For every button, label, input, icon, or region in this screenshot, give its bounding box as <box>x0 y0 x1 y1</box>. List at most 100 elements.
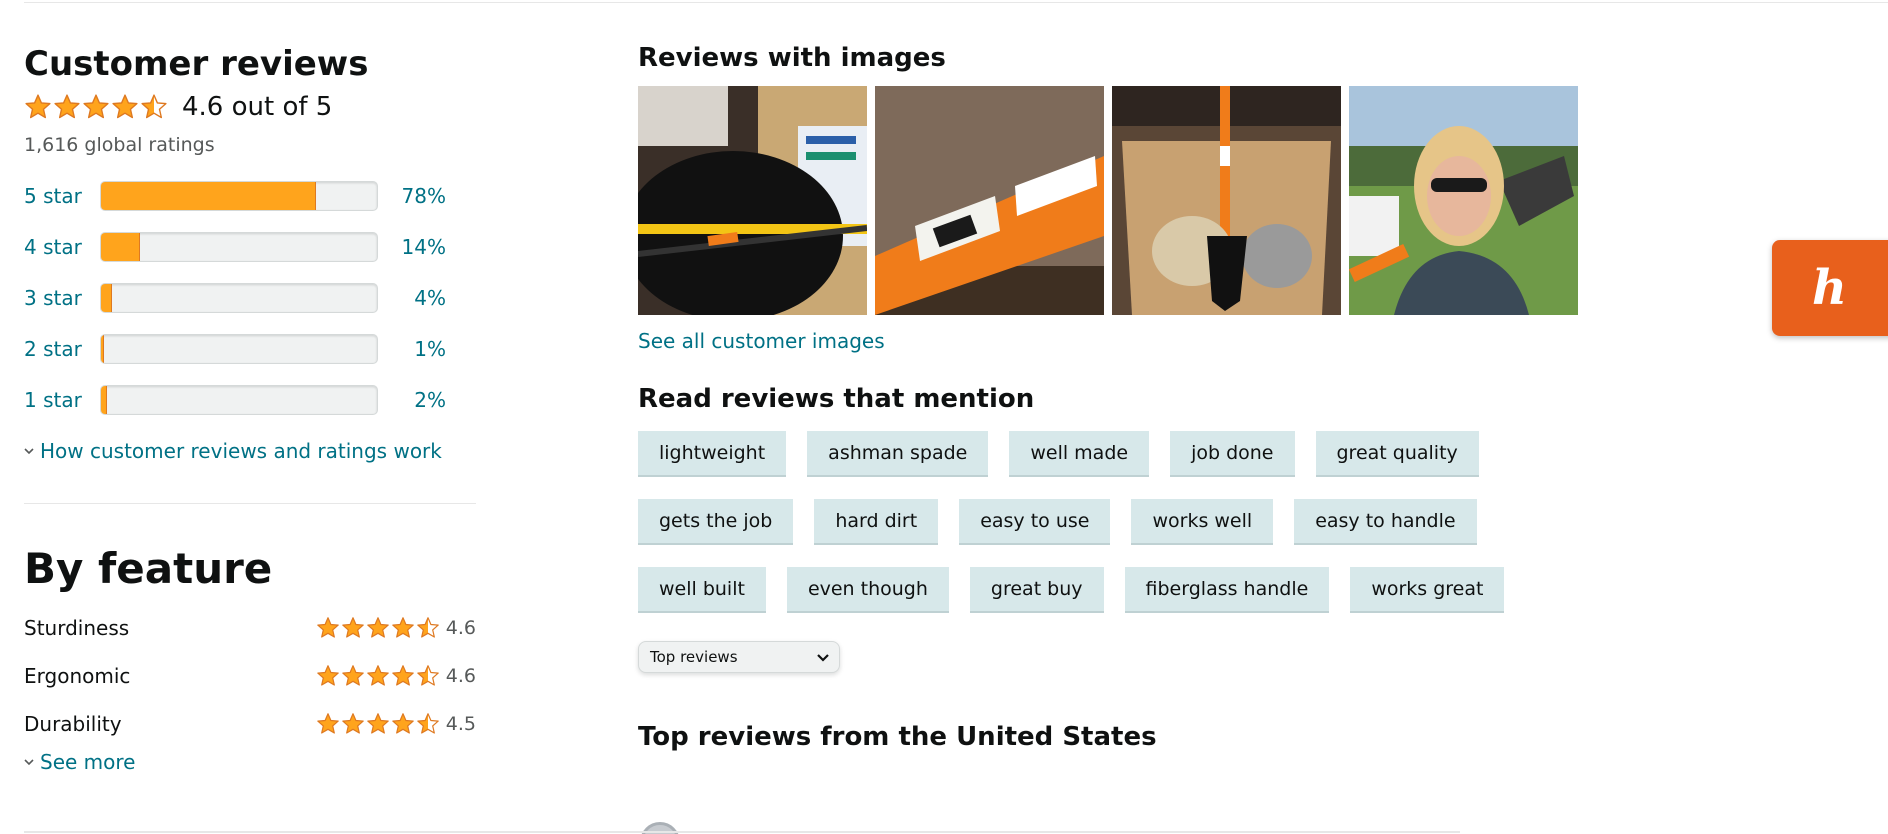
feature-rating: 4.6 <box>316 616 476 640</box>
histogram-row[interactable]: 3 star 4% <box>24 272 476 323</box>
review-image-woman-holding-shovel[interactable] <box>1349 86 1578 315</box>
histogram-star-label: 4 star <box>24 234 82 259</box>
feature-row: Durability 4.5 <box>24 700 476 748</box>
mention-chip[interactable]: easy to handle <box>1294 499 1477 545</box>
star-icon <box>25 94 51 119</box>
star-icon <box>141 94 167 119</box>
mention-chips: lightweight ashman spade well made job done… <box>638 431 1588 613</box>
mention-chip[interactable]: works well <box>1131 499 1274 545</box>
mention-chip[interactable]: great quality <box>1315 431 1479 477</box>
feature-row: Ergonomic 4.6 <box>24 652 476 700</box>
chip-row: gets the job hard dirt easy to use works we… <box>638 499 1588 545</box>
mention-chip[interactable]: ashman spade <box>807 431 989 477</box>
star-icon <box>416 665 439 686</box>
review-image-shovel-on-tape-measure[interactable] <box>638 86 867 315</box>
star-icon <box>366 713 389 734</box>
histogram-row[interactable]: 2 star 1% <box>24 323 476 374</box>
bottom-divider <box>24 831 1460 833</box>
mention-chip[interactable]: even though <box>786 567 949 613</box>
chevron-down-icon <box>24 448 34 455</box>
mention-chip[interactable]: easy to use <box>959 499 1111 545</box>
how-reviews-work-label: How customer reviews and ratings work <box>40 439 442 463</box>
mention-chip[interactable]: job done <box>1170 431 1295 477</box>
mention-chip[interactable]: well built <box>638 567 766 613</box>
histogram-bar <box>100 282 378 313</box>
star-icon <box>391 617 414 638</box>
histogram-star-label: 1 star <box>24 387 82 412</box>
mention-chip[interactable]: works great <box>1350 567 1505 613</box>
chip-row: well built even though great buy fiberglass… <box>638 567 1588 613</box>
feature-name: Durability <box>24 712 122 736</box>
sort-reviews-dropdown[interactable]: Top reviews <box>638 641 840 673</box>
ratings-summary: Customer reviews 4.6 out of 5 1,616 glob… <box>24 40 476 774</box>
mention-chip[interactable]: great buy <box>969 567 1104 613</box>
feature-value: 4.5 <box>445 713 476 735</box>
histogram-star-label: 3 star <box>24 285 82 310</box>
histogram-bar <box>100 180 378 211</box>
histogram-row[interactable]: 1 star 2% <box>24 374 476 425</box>
honey-extension-button[interactable]: h <box>1772 240 1888 336</box>
see-more-link[interactable]: See more <box>24 750 476 774</box>
histogram-bar-fill <box>101 283 113 312</box>
star-icon <box>316 665 339 686</box>
star-icon <box>366 665 389 686</box>
average-rating-text: 4.6 out of 5 <box>182 92 333 122</box>
histogram-bar-fill <box>101 232 140 261</box>
review-image-orange-handle-closeup[interactable] <box>875 86 1104 315</box>
star-icon <box>83 94 109 119</box>
star-icon <box>316 617 339 638</box>
star-rating-icon <box>316 712 440 736</box>
feature-value: 4.6 <box>445 665 476 687</box>
star-icon <box>416 617 439 638</box>
feature-rating: 4.5 <box>316 712 476 736</box>
star-icon <box>416 713 439 734</box>
section-divider <box>24 503 476 504</box>
feature-rating: 4.6 <box>316 664 476 688</box>
feature-name: Ergonomic <box>24 664 131 688</box>
average-rating[interactable]: 4.6 out of 5 <box>24 92 476 122</box>
reviews-with-images-heading: Reviews with images <box>638 43 946 73</box>
feature-list: Sturdiness 4.6 Ergonomic 4.6 Durability 4.5 <box>24 604 476 748</box>
chevron-down-icon <box>817 654 829 662</box>
star-icon <box>341 665 364 686</box>
star-icon <box>391 665 414 686</box>
see-all-images-link[interactable]: See all customer images <box>638 329 1588 353</box>
histogram-star-label: 5 star <box>24 183 82 208</box>
read-reviews-mention-heading: Read reviews that mention <box>638 384 1035 414</box>
star-icon <box>54 94 80 119</box>
review-highlights: Reviews with images See all customer ima… <box>638 40 1588 755</box>
star-rating-icon <box>316 616 440 640</box>
star-rating-icon <box>316 664 440 688</box>
star-rating-icon <box>24 93 168 121</box>
histogram-bar <box>100 384 378 415</box>
histogram-bar-fill <box>101 334 104 363</box>
how-reviews-work-link[interactable]: How customer reviews and ratings work <box>24 439 476 463</box>
honey-extension-icon: h <box>1812 260 1847 316</box>
chevron-down-icon <box>24 759 34 766</box>
histogram-row[interactable]: 5 star 78% <box>24 170 476 221</box>
mention-chip[interactable]: hard dirt <box>814 499 939 545</box>
sort-selected-value: Top reviews <box>650 648 738 666</box>
histogram-percent: 78% <box>401 183 446 208</box>
customer-reviews-heading: Customer reviews <box>24 44 369 84</box>
see-more-label: See more <box>40 750 136 774</box>
mention-chip[interactable]: lightweight <box>638 431 787 477</box>
review-image-shovel-in-box[interactable] <box>1112 86 1341 315</box>
chip-row: lightweight ashman spade well made job done… <box>638 431 1588 477</box>
star-icon <box>391 713 414 734</box>
mention-chip[interactable]: gets the job <box>638 499 794 545</box>
star-icon <box>316 713 339 734</box>
feature-name: Sturdiness <box>24 616 130 640</box>
mention-chip[interactable]: fiberglass handle <box>1124 567 1330 613</box>
histogram-row[interactable]: 4 star 14% <box>24 221 476 272</box>
feature-row: Sturdiness 4.6 <box>24 604 476 652</box>
global-ratings-count: 1,616 global ratings <box>24 134 215 156</box>
histogram-percent: 1% <box>414 336 446 361</box>
histogram-percent: 14% <box>401 234 446 259</box>
mention-chip[interactable]: well made <box>1009 431 1150 477</box>
histogram-bar <box>100 333 378 364</box>
star-icon <box>112 94 138 119</box>
histogram-percent: 2% <box>414 387 446 412</box>
star-icon <box>341 713 364 734</box>
rating-histogram: 5 star 78% 4 star 14% 3 star 4% 2 star 1% 1 star… <box>24 170 476 425</box>
